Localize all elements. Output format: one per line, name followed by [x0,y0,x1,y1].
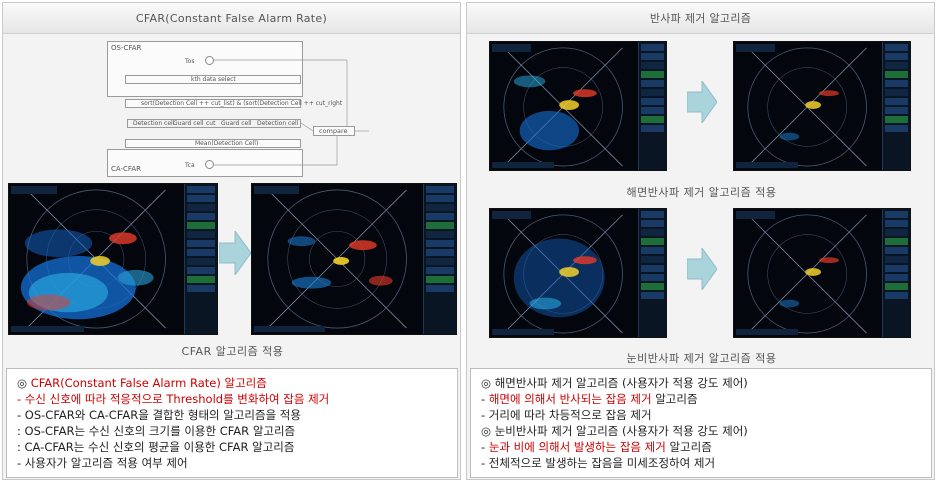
clutter-removal-panel: 반사파 제거 알고리즘 해면반사파 제거 알고리즘 적용 눈비반사파 제거 알고… [466,2,935,480]
cfar-panel-title: CFAR(Constant False Alarm Rate) [3,3,460,34]
radar-before-rain-clutter [489,208,667,338]
clutter-line-4: ◎ 눈비반사파 제거 알고리즘 (사용자가 적용 강도 제어) [481,424,748,438]
cfar-line-3: - OS-CFAR와 CA-CFAR을 결합한 형태의 알고리즘을 적용 [17,408,301,422]
arrow-right-icon [687,81,717,123]
radar-after-rain-clutter [733,208,911,338]
cfar-line-4: : OS-CFAR는 수신 신호의 크기를 이용한 CFAR 알고리즘 [17,424,296,438]
cfar-panel: CFAR(Constant False Alarm Rate) OS-CFAR … [2,2,461,480]
cfar-line-5: : CA-CFAR는 수신 신호의 평균을 이용한 CFAR 알고리즘 [17,440,295,454]
cfar-caption: CFAR 알고리즘 적용 [181,345,284,358]
radar-before-cfar [8,183,218,335]
clutter-line-3: - 거리에 따라 차등적으로 잡음 제거 [481,408,652,422]
radar-after-sea-clutter [733,41,911,171]
clutter-panel-title: 반사파 제거 알고리즘 [467,3,934,34]
clutter-description: ◎ 해면반사파 제거 알고리즘 (사용자가 적용 강도 제어) - 해면에 의해… [470,368,932,478]
radar-side-panel [423,184,456,334]
clutter-line-6: - 전체적으로 발생하는 잡음을 미세조정하여 제거 [481,456,716,470]
radar-side-panel [183,184,217,334]
cfar-line-6: - 사용자가 알고리즘 적용 여부 제어 [17,456,188,470]
cfar-line-1: ◎ CFAR(Constant False Alarm Rate) 알고리즘 [17,376,267,390]
clutter-line-2: - 해면에 의해서 반사되는 잡음 제거 알고리즘 [481,392,698,406]
radar-before-sea-clutter [489,41,667,171]
cfar-description: ◎ CFAR(Constant False Alarm Rate) 알고리즘 -… [6,368,458,478]
cfar-line-2: - 수신 신호에 따라 적응적으로 Threshold를 변화하여 잡음 제거 [17,392,330,406]
sea-clutter-caption: 해면반사파 제거 알고리즘 적용 [626,186,777,199]
arrow-right-icon [687,248,717,290]
rain-clutter-caption: 눈비반사파 제거 알고리즘 적용 [626,352,777,365]
clutter-line-1: ◎ 해면반사파 제거 알고리즘 (사용자가 적용 강도 제어) [481,376,748,390]
radar-after-cfar [251,183,457,335]
clutter-line-5: - 눈과 비에 의해서 발생하는 잡음 제거 알고리즘 [481,440,712,454]
arrow-right-icon [219,231,251,275]
cfar-block-diagram: OS-CFAR Tos kth data select sort(Detecti… [107,41,375,177]
diagram-wires [214,59,369,166]
